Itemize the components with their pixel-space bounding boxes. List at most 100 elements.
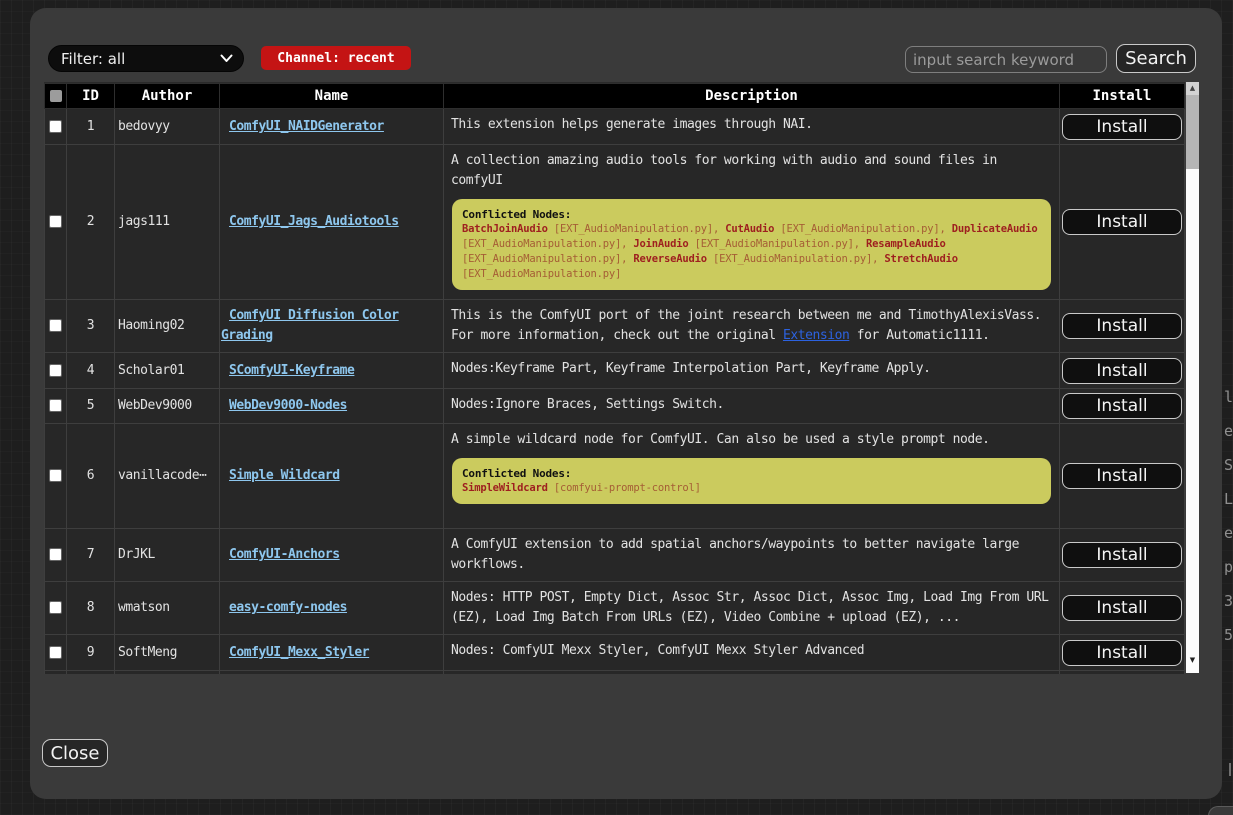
cell-id: 6	[67, 424, 115, 529]
table-row: 7DrJKLComfyUI-AnchorsA ComfyUI extension…	[45, 529, 1185, 582]
conflict-node-source: [EXT_AudioManipulation.py],	[462, 253, 633, 265]
row-checkbox-cell	[45, 353, 67, 389]
row-checkbox-cell	[45, 145, 67, 300]
row-checkbox[interactable]	[49, 646, 62, 659]
scroll-up-icon: ▲	[1190, 84, 1195, 92]
extensions-table: ID Author Name Description Install 1bedo…	[44, 83, 1185, 674]
cell-description: A simple wildcard node for ComfyUI. Can …	[444, 424, 1060, 529]
extension-name-link[interactable]: easy-comfy-nodes	[229, 600, 347, 615]
table-row: 9SoftMeng ComfyUI_Mexx_Styler Nodes: Comfy…	[45, 635, 1185, 671]
scroll-up-button[interactable]: ▲	[1186, 82, 1199, 95]
extension-name-link[interactable]: ComfyUI Diffusion Color Grading	[221, 308, 399, 343]
cell-description: Nodes: ComfyUI Mexx Styler, ComfyUI Mexx…	[444, 635, 1060, 671]
background-text-fragment: l	[1224, 388, 1233, 406]
close-button[interactable]: Close	[42, 739, 108, 767]
cell-install: Install	[1060, 529, 1185, 582]
table-scrollbar[interactable]: ▲ ▼	[1186, 82, 1199, 673]
row-checkbox[interactable]	[49, 601, 62, 614]
conflicted-nodes-box: Conflicted Nodes:BatchJoinAudio [EXT_Aud…	[452, 199, 1051, 290]
cell-name: ComfyUI_Jags_Audiotools	[220, 145, 444, 300]
header-description: Description	[444, 84, 1060, 109]
description-text: Nodes:Ignore Braces, Settings Switch.	[451, 395, 1052, 415]
cell-author: WebDev9000	[115, 389, 220, 424]
table-row: 10zcfrank1stComfyUI Yolov8Nodes: Yolov8D…	[45, 671, 1185, 675]
conflicted-nodes-list: BatchJoinAudio [EXT_AudioManipulation.py…	[462, 222, 1041, 282]
row-checkbox[interactable]	[49, 120, 62, 133]
extension-name-link[interactable]: ComfyUI_NAIDGenerator	[229, 119, 384, 134]
install-button[interactable]: Install	[1062, 463, 1182, 489]
install-button[interactable]: Install	[1062, 358, 1182, 384]
header-name: Name	[220, 84, 444, 109]
cell-install: Install	[1060, 353, 1185, 389]
cell-id: 2	[67, 145, 115, 300]
install-custom-nodes-dialog: Filter: all Channel: recent Search	[30, 8, 1222, 799]
conflicted-nodes-list: SimpleWildcard [comfyui-prompt-control]	[462, 481, 1041, 496]
description-text: This extension helps generate images thr…	[451, 115, 1052, 135]
cell-author: SoftMeng	[115, 635, 220, 671]
row-checkbox[interactable]	[49, 469, 62, 482]
conflicted-nodes-box: Conflicted Nodes:SimpleWildcard [comfyui…	[452, 458, 1051, 504]
row-checkbox[interactable]	[49, 319, 62, 332]
install-button[interactable]: Install	[1062, 313, 1182, 339]
conflict-node-name: BatchJoinAudio	[462, 223, 548, 235]
extension-name-link[interactable]: SComfyUI-Keyframe	[229, 363, 354, 378]
extension-name-link[interactable]: Simple Wildcard	[229, 468, 340, 483]
background-text-fragment: p	[1224, 558, 1233, 576]
install-button[interactable]: Install	[1062, 393, 1182, 419]
conflict-node-source: [EXT_AudioManipulation.py],	[695, 238, 866, 250]
cell-install: Install	[1060, 300, 1185, 353]
cell-description: This is the ComfyUI port of the joint re…	[444, 300, 1060, 353]
search-input[interactable]	[905, 46, 1107, 73]
scrollbar-thumb[interactable]	[1186, 95, 1199, 169]
cell-name: ComfyUI Diffusion Color Grading	[220, 300, 444, 353]
filter-select[interactable]: Filter: all	[48, 45, 244, 72]
search-button[interactable]: Search	[1116, 44, 1196, 73]
conflict-node-source: [comfyui-prompt-control]	[554, 482, 701, 494]
cell-name: easy-comfy-nodes	[220, 582, 444, 635]
row-checkbox-cell	[45, 109, 67, 145]
row-checkbox-cell	[45, 529, 67, 582]
conflict-node-name: ReverseAudio	[633, 253, 706, 265]
description-link[interactable]: Extension	[783, 328, 849, 343]
cell-name: ComfyUI-Anchors	[220, 529, 444, 582]
conflict-node-name: SimpleWildcard	[462, 482, 548, 494]
cell-id: 9	[67, 635, 115, 671]
cell-id: 10	[67, 671, 115, 675]
cell-author: vanillacode⋯	[115, 424, 220, 529]
install-button[interactable]: Install	[1062, 640, 1182, 666]
row-checkbox[interactable]	[49, 399, 62, 412]
cell-id: 4	[67, 353, 115, 389]
cell-install: Install	[1060, 389, 1185, 424]
extension-name-link[interactable]: ComfyUI-Anchors	[229, 547, 340, 562]
cell-name: ComfyUI Yolov8	[220, 671, 444, 675]
row-checkbox[interactable]	[49, 548, 62, 561]
header-author: Author	[115, 84, 220, 109]
extension-name-link[interactable]: ComfyUI_Jags_Audiotools	[229, 214, 399, 229]
extension-name-link[interactable]: WebDev9000-Nodes	[229, 398, 347, 413]
channel-badge: Channel: recent	[261, 46, 411, 70]
background-text-fragment: L	[1224, 490, 1233, 508]
row-checkbox[interactable]	[49, 215, 62, 228]
row-checkbox-cell	[45, 582, 67, 635]
install-button[interactable]: Install	[1062, 114, 1182, 140]
filter-dropdown-wrap: Filter: all	[48, 45, 244, 72]
install-button[interactable]: Install	[1062, 542, 1182, 568]
select-all-checkbox[interactable]	[50, 90, 62, 102]
background-text-fragment: 5	[1224, 626, 1233, 644]
table-row: 6vanillacode⋯ Simple Wildcard A simple wil…	[45, 424, 1185, 529]
row-checkbox[interactable]	[49, 364, 62, 377]
table-header-row: ID Author Name Description Install	[45, 84, 1185, 109]
scroll-down-icon[interactable]: ▼	[1186, 656, 1199, 664]
table-row: 5WebDev9000WebDev9000-NodesNodes:Ignore …	[45, 389, 1185, 424]
conflict-node-name: CutAudio	[725, 223, 774, 235]
install-button[interactable]: Install	[1062, 209, 1182, 235]
description-text: Nodes: HTTP POST, Empty Dict, Assoc Str,…	[451, 588, 1052, 628]
conflict-node-source: [EXT_AudioManipulation.py],	[554, 223, 725, 235]
extension-name-link[interactable]: ComfyUI_Mexx_Styler	[229, 645, 369, 660]
description-text: Nodes:Keyframe Part, Keyframe Interpolat…	[451, 359, 1052, 379]
conflict-node-name: DuplicateAudio	[952, 223, 1038, 235]
table-row: 2jags111ComfyUI_Jags_AudiotoolsA collect…	[45, 145, 1185, 300]
cell-description: A ComfyUI extension to add spatial ancho…	[444, 529, 1060, 582]
install-button[interactable]: Install	[1062, 595, 1182, 621]
conflicted-nodes-title: Conflicted Nodes:	[462, 466, 1041, 481]
